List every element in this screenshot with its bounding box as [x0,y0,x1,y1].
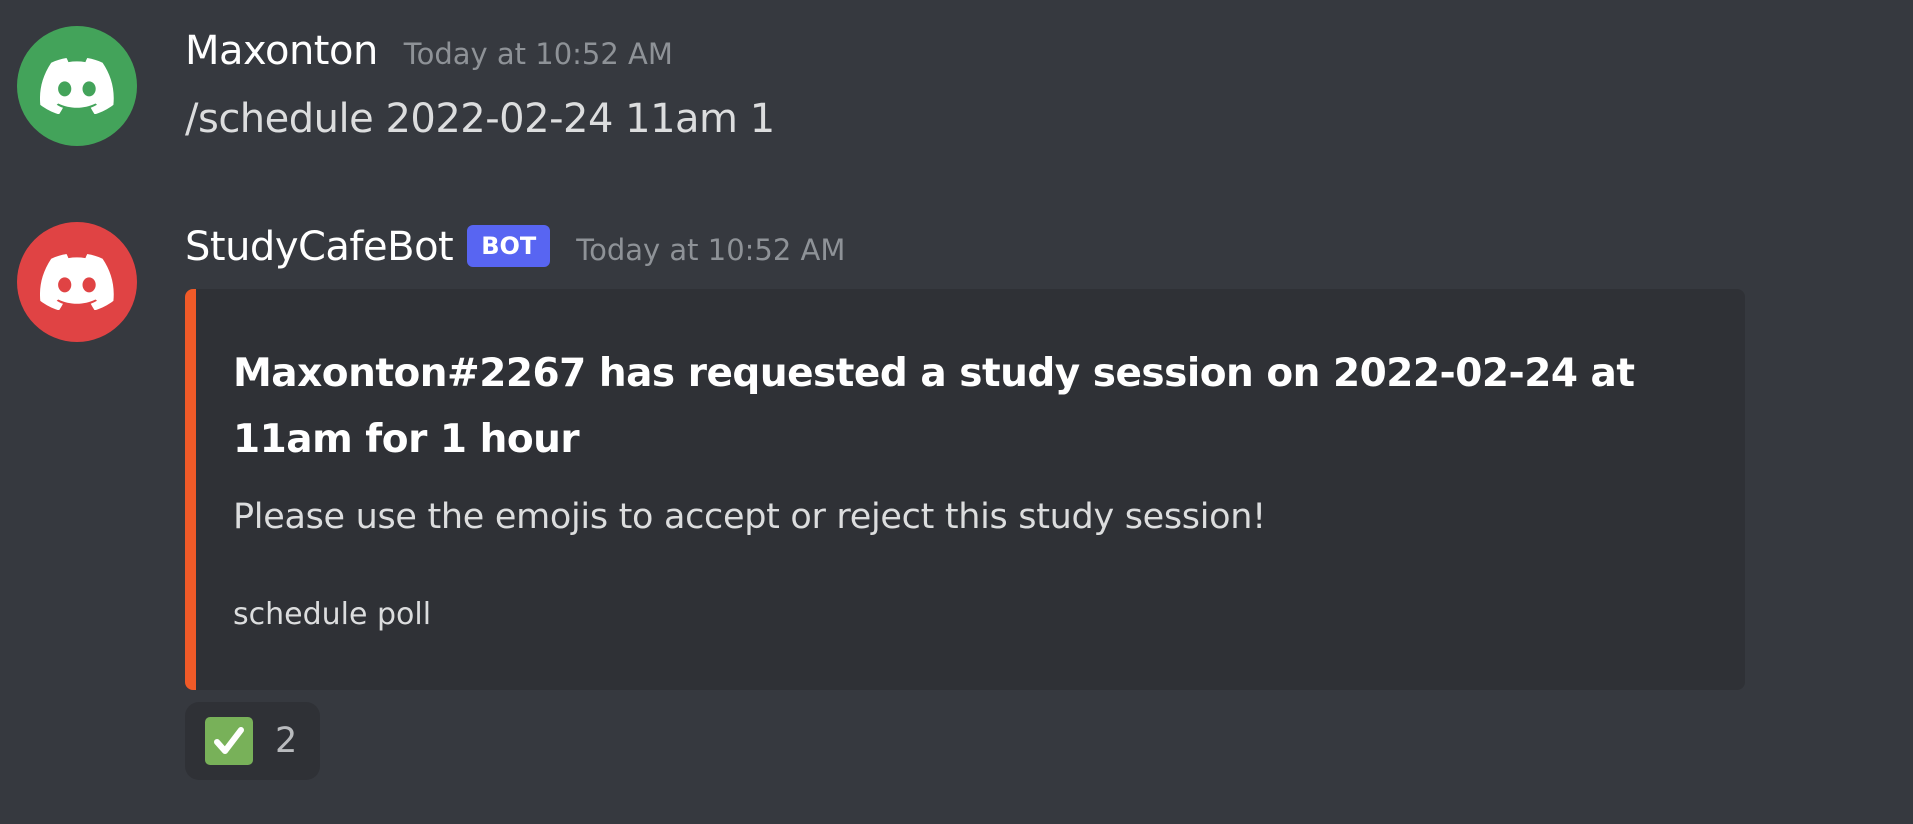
discord-logo-icon [40,58,114,114]
embed-title: Maxonton#2267 has requested a study sess… [233,351,1635,462]
reaction-check[interactable]: 2 [185,702,320,780]
username[interactable]: StudyCafeBot [185,224,454,270]
avatar-studycafebot[interactable] [17,222,137,342]
message-header: Maxonton Today at 10:52 AM [185,28,673,74]
message-content: /schedule 2022-02-24 11am 1 [185,96,775,142]
bot-tag-badge: BOT [467,225,551,267]
timestamp: Today at 10:52 AM [403,37,673,71]
embed-accent-bar [185,289,196,690]
username[interactable]: Maxonton [185,28,378,74]
embed-footer: schedule poll [233,597,432,632]
white-check-mark-icon [205,717,253,765]
timestamp: Today at 10:52 AM [576,233,846,267]
embed: Maxonton#2267 has requested a study sess… [185,289,1745,690]
discord-logo-icon [40,254,114,310]
reaction-count: 2 [275,721,298,761]
message-header: StudyCafeBot BOT Today at 10:52 AM [185,224,845,273]
embed-description: Please use the emojis to accept or rejec… [233,497,1266,537]
avatar-maxonton[interactable] [17,26,137,146]
